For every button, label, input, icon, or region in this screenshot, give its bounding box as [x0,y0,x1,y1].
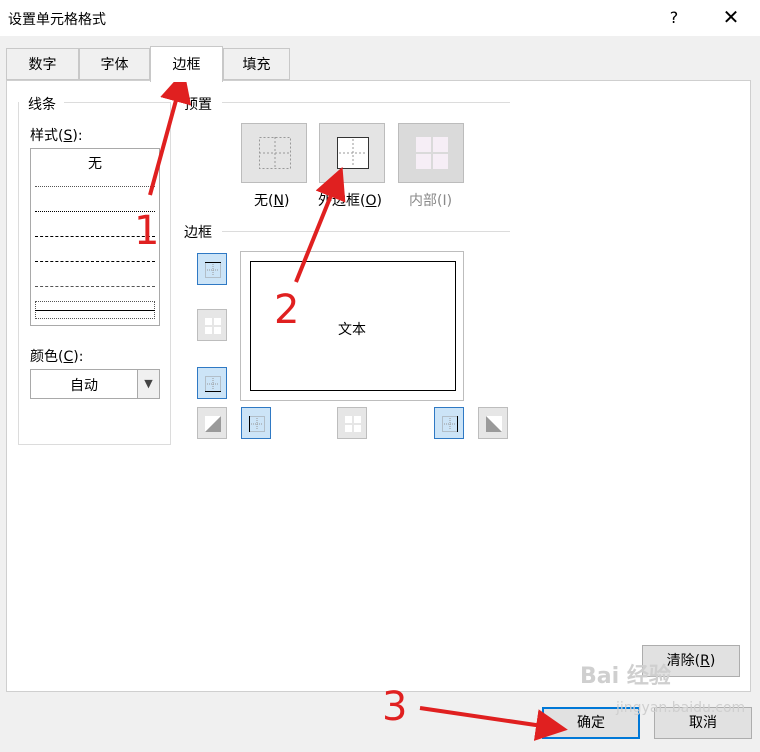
line-group-top-border [64,102,170,103]
annotation-step-1: 1 [134,208,160,254]
annotation-step-2: 2 [274,287,300,333]
preset-outline-key: O [365,193,377,209]
annotation-step-3: 3 [382,684,408,730]
clear-button-suffix: ) [709,653,716,669]
color-dropdown[interactable]: 自动 ▼ [30,369,160,399]
line-group-left-border [18,102,19,445]
border-bottom-button[interactable] [197,367,227,399]
preset-inside-label: 内部(I) [409,193,453,209]
border-diagonal-down-button[interactable] [478,407,508,439]
border-group-title: 边框 [184,225,212,241]
preset-none-label: 无(N) [254,190,289,210]
preset-outline-label: 外边框(O) [318,190,382,210]
preset-none-key: N [273,193,284,209]
preset-none-button[interactable] [241,123,307,183]
watermark-logo: Bai 经验 [580,664,671,689]
dialog-title: 设置单元格格式 [8,12,106,28]
preset-outline-button[interactable] [319,123,385,183]
border-bottom-icon [205,376,221,392]
preset-none-icon [259,137,291,169]
border-group-divider [222,231,510,232]
presets-group-title: 预置 [184,97,212,113]
border-inside-horizontal-button[interactable] [197,309,227,341]
chevron-down-icon[interactable]: ▼ [137,370,159,398]
line-style-none[interactable]: 无 [31,153,159,173]
border-right-icon [442,416,458,432]
watermark-url: jingyan.baidu.com [616,700,746,716]
border-left-icon [249,416,265,432]
style-label: 样式(S): [30,125,83,145]
tab-font[interactable]: 字体 [79,48,150,80]
close-button[interactable]: ✕ [706,0,756,36]
preset-inside-button[interactable] [398,123,464,183]
line-group-bottom-border [18,444,170,445]
color-dropdown-value: 自动 [70,378,98,394]
help-button[interactable]: ? [656,0,692,36]
border-inside-horizontal-icon [205,318,221,334]
border-top-button[interactable] [197,253,227,285]
border-inside-vertical-icon [345,416,361,432]
color-label-text: 颜色( [30,349,64,365]
tab-fill[interactable]: 填充 [223,48,290,80]
color-label: 颜色(C): [30,346,83,366]
clear-button-key: R [700,653,710,669]
tab-number[interactable]: 数字 [6,48,79,80]
border-right-button[interactable] [434,407,464,439]
style-label-text: 样式( [30,128,64,144]
title-bar: 设置单元格格式 ? ✕ [0,0,760,36]
presets-group-divider [222,102,510,103]
line-style-thin[interactable] [35,310,155,311]
line-style-dashed[interactable] [35,286,155,287]
color-label-suffix: ): [73,349,84,365]
preset-outline-suffix: ) [376,193,382,209]
border-diagonal-up-button[interactable] [197,407,227,439]
line-style-hairline[interactable] [35,186,155,187]
annotation-arrow-3 [419,706,568,741]
clear-button-text: 清除( [666,653,701,669]
preset-outline-text: 外边框( [318,193,366,209]
style-label-suffix: ): [72,128,83,144]
border-left-button[interactable] [241,407,271,439]
border-diagonal-up-icon [205,416,221,432]
border-top-icon [205,262,221,278]
color-label-key: C [63,349,74,365]
preset-none-text: 无( [254,193,274,209]
border-inside-vertical-button[interactable] [337,407,367,439]
line-group-right-border [170,102,171,445]
tab-border[interactable]: 边框 [150,46,223,82]
preset-none-suffix: ) [283,193,290,209]
preset-outline-icon [337,137,369,169]
line-style-dash-dot[interactable] [35,261,155,262]
line-group-title: 线条 [26,94,58,114]
preset-inside-icon [416,137,448,169]
border-diagonal-down-icon [486,416,502,432]
